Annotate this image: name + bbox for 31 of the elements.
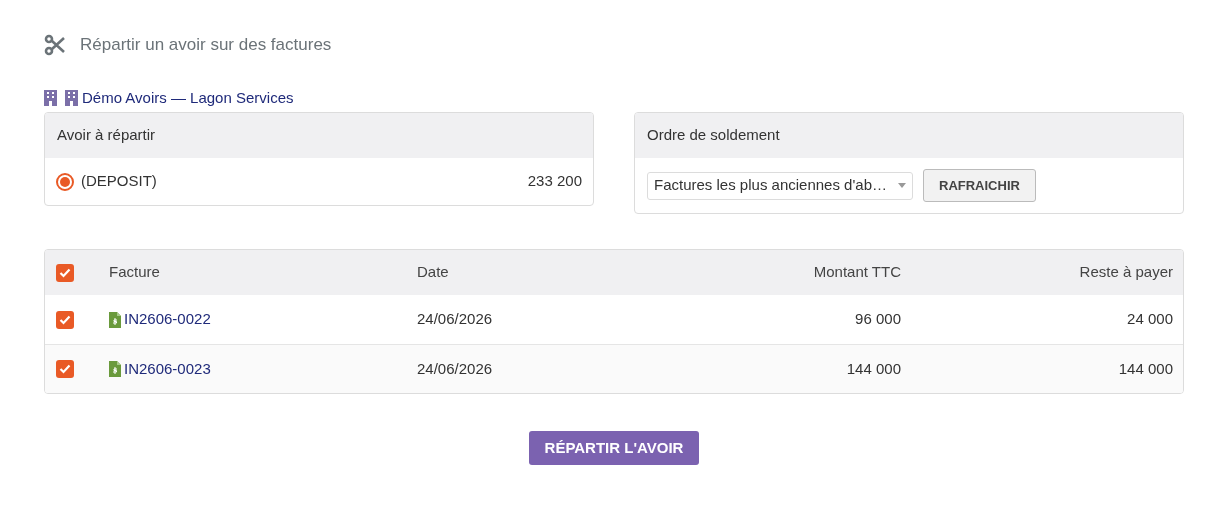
invoice-link[interactable]: IN2606-0023 bbox=[124, 357, 211, 381]
building-icon bbox=[65, 90, 78, 106]
date-cell: 24/06/2026 bbox=[417, 359, 493, 377]
amount-cell: 96 000 bbox=[855, 310, 901, 328]
company-link[interactable]: Démo Avoirs — Lagon Services bbox=[65, 86, 294, 110]
scissors-icon bbox=[44, 34, 66, 56]
checkbox[interactable] bbox=[56, 310, 74, 329]
date-cell: 24/06/2026 bbox=[417, 310, 493, 328]
panel-heading: Avoir à répartir bbox=[57, 125, 156, 146]
page-title: Répartir un avoir sur des factures bbox=[80, 34, 332, 57]
refresh-button[interactable]: RAFRAICHIR bbox=[923, 169, 1036, 202]
radio-button[interactable] bbox=[56, 172, 74, 191]
column-header: Facture bbox=[109, 263, 160, 281]
column-header: Reste à payer bbox=[1079, 263, 1173, 281]
remaining-cell: 144 000 bbox=[1118, 359, 1173, 377]
dropdown-caret-icon bbox=[898, 183, 906, 188]
order-select[interactable]: Factures les plus anciennes d'ab… bbox=[647, 171, 913, 200]
invoice-document-icon bbox=[109, 311, 121, 328]
panel-heading: Ordre de soldement bbox=[647, 125, 780, 146]
checkbox[interactable] bbox=[56, 360, 74, 378]
credit-label: (DEPOSIT) bbox=[81, 171, 157, 192]
remaining-cell: 24 000 bbox=[1127, 310, 1173, 328]
building-icon bbox=[44, 90, 57, 106]
column-header: Date bbox=[417, 263, 449, 281]
checkbox[interactable] bbox=[56, 263, 74, 282]
amount-cell: 144 000 bbox=[846, 359, 901, 377]
invoice-link[interactable]: IN2606-0022 bbox=[124, 308, 211, 331]
invoice-document-icon bbox=[109, 361, 121, 377]
column-header: Montant TTC bbox=[813, 263, 901, 281]
credit-amount: 233 200 bbox=[527, 171, 582, 192]
submit-button[interactable]: RÉPARTIR L'AVOIR bbox=[528, 431, 700, 465]
